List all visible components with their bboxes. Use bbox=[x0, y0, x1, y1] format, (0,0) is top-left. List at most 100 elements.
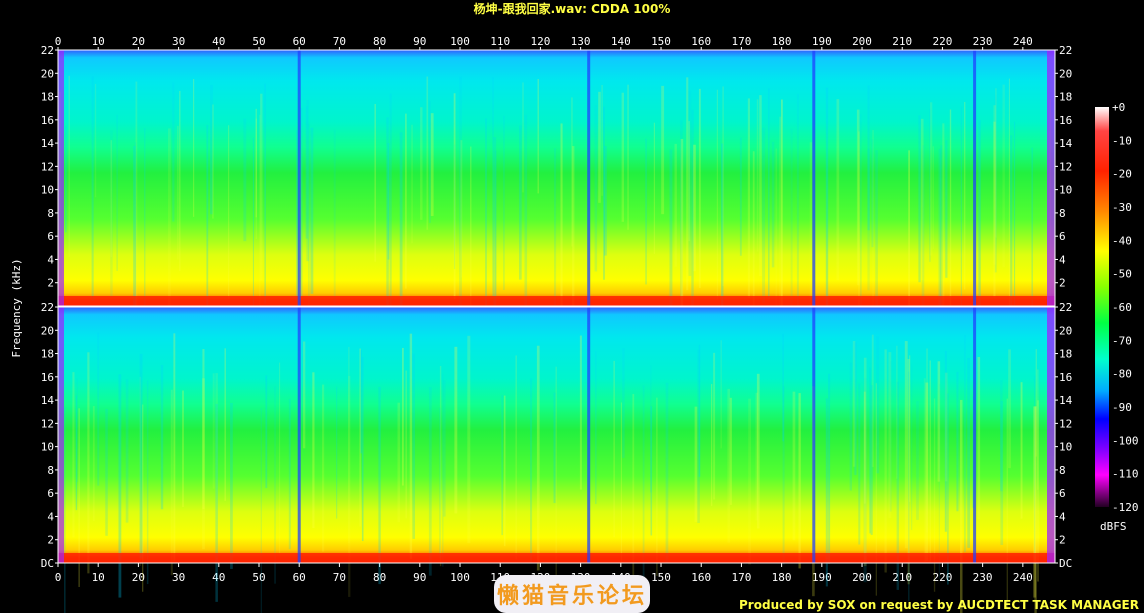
y-tick-label-right: DC bbox=[1059, 557, 1072, 570]
colorbar-tick-label: -40 bbox=[1112, 234, 1132, 247]
spectrogram-streak bbox=[554, 148, 557, 313]
y-tick-label-right: 10 bbox=[1059, 441, 1072, 454]
y-tick-label-right: 12 bbox=[1059, 160, 1072, 173]
spectrogram-streak bbox=[884, 349, 887, 573]
spectrogram-streak bbox=[288, 398, 291, 550]
spectrogram-streak bbox=[929, 360, 931, 562]
y-tick-label-right: 10 bbox=[1059, 184, 1072, 197]
spectrogram-streak bbox=[836, 99, 840, 281]
spectrogram-streak bbox=[594, 105, 598, 272]
x-tick-label-top: 80 bbox=[373, 35, 386, 48]
spectrogram-streak bbox=[530, 378, 533, 563]
spectrogram-streak bbox=[661, 85, 665, 215]
spectrogram-streak bbox=[348, 346, 350, 544]
spectrogram-streak bbox=[1002, 84, 1005, 268]
y-tick-label-right: 22 bbox=[1059, 44, 1072, 57]
x-tick-label-bottom: 10 bbox=[92, 571, 105, 584]
spectrogram-streak bbox=[932, 146, 934, 249]
spectrogram-streak bbox=[430, 113, 434, 216]
spectrogram-streak bbox=[620, 402, 622, 563]
spectrogram-streak bbox=[870, 385, 873, 535]
x-tick-label-top: 50 bbox=[252, 35, 265, 48]
spectrogram-streak bbox=[405, 370, 407, 519]
spectrogram-streak bbox=[977, 356, 981, 520]
x-tick-label-top: 110 bbox=[490, 35, 510, 48]
spectrogram-streak bbox=[964, 335, 966, 553]
spectrogram-streak bbox=[938, 383, 940, 579]
spectrogram-streak bbox=[65, 125, 67, 233]
x-tick-label-top: 40 bbox=[212, 35, 225, 48]
spectrogram-streak bbox=[87, 352, 90, 574]
y-tick-label-right: 8 bbox=[1059, 207, 1066, 220]
spectrogram-streak bbox=[888, 352, 892, 519]
x-tick-label-top: 90 bbox=[413, 35, 426, 48]
spectrogram-streak bbox=[1006, 398, 1008, 609]
y-tick-label-left: 4 bbox=[47, 254, 54, 267]
y-tick-label-right: 6 bbox=[1059, 487, 1066, 500]
start-edge bbox=[58, 50, 64, 306]
spectrogram-streak bbox=[960, 106, 962, 311]
spectrogram-streak bbox=[255, 108, 257, 218]
spectrogram-streak bbox=[405, 113, 407, 289]
spectrogram-streak bbox=[920, 118, 924, 280]
spectrogram-streak bbox=[536, 345, 540, 571]
y-tick-label-right: 18 bbox=[1059, 348, 1072, 361]
x-tick-label-top: 190 bbox=[812, 35, 832, 48]
channel-2-spectrogram bbox=[57, 306, 1056, 613]
x-tick-label-bottom: 60 bbox=[293, 571, 306, 584]
spectrogram-streak bbox=[387, 142, 390, 260]
y-tick-label-right: 12 bbox=[1059, 417, 1072, 430]
spectrogram-streak bbox=[694, 406, 698, 522]
spectrogram-streak bbox=[501, 395, 503, 536]
y-tick-label-right: 22 bbox=[1059, 301, 1072, 314]
spectrogram-streak bbox=[645, 138, 647, 285]
section-boundary bbox=[297, 50, 301, 306]
colorbar-tick-label: -120 bbox=[1112, 501, 1139, 514]
spectrogram-streak bbox=[361, 357, 364, 542]
spectrogram-streak bbox=[665, 382, 669, 564]
spectrogram-streak bbox=[790, 128, 793, 319]
spectrogram-streak bbox=[105, 408, 108, 536]
y-tick-label-left: DC bbox=[41, 557, 54, 570]
spectrogram-streak bbox=[1000, 401, 1004, 546]
spectrogram-streak bbox=[144, 128, 146, 318]
spectrogram-streak bbox=[911, 364, 913, 531]
section-boundary bbox=[812, 50, 816, 306]
spectrogram-streak bbox=[252, 137, 254, 321]
x-tick-label-bottom: 90 bbox=[413, 571, 426, 584]
spectrogram-streak bbox=[852, 341, 856, 467]
spectrogram-streak bbox=[627, 84, 629, 230]
spectrogram-streak bbox=[613, 360, 615, 538]
y-tick-label-right: 14 bbox=[1059, 137, 1073, 150]
x-tick-label-top: 70 bbox=[333, 35, 346, 48]
x-tick-label-bottom: 190 bbox=[812, 571, 832, 584]
y-tick-label-left: 12 bbox=[41, 160, 54, 173]
x-tick-label-top: 240 bbox=[1013, 35, 1033, 48]
end-edge bbox=[1047, 307, 1055, 563]
spectrogram-streak bbox=[172, 82, 175, 222]
footer-credit: Produced by SOX on request by AUCDTECT T… bbox=[739, 598, 1139, 612]
spectrogram-streak bbox=[173, 333, 176, 562]
spectrogram-streak bbox=[97, 332, 100, 486]
spectrogram-streak bbox=[306, 100, 310, 262]
spectrogram-streak bbox=[904, 341, 908, 549]
spectrogram-streak bbox=[336, 386, 338, 519]
colorbar-tick-label: -60 bbox=[1112, 301, 1132, 314]
colorbar bbox=[1095, 107, 1109, 507]
spectrogram-streak bbox=[503, 395, 506, 547]
colorbar-tick-label: -20 bbox=[1112, 168, 1132, 181]
spectrogram-streak bbox=[762, 127, 766, 303]
spectrogram-streak bbox=[260, 408, 262, 613]
spectrogram-streak bbox=[402, 347, 404, 486]
spectrogram-streak bbox=[64, 406, 66, 613]
spectrogram-streak bbox=[553, 392, 556, 504]
spectrogram-streak bbox=[964, 102, 966, 290]
low-frequency-band bbox=[58, 553, 1055, 563]
spectrogram-streak bbox=[860, 114, 862, 322]
spectrogram-streak bbox=[409, 333, 413, 559]
spectrogram-streak bbox=[206, 124, 209, 315]
y-tick-label-left: 14 bbox=[41, 394, 55, 407]
spectrogram-streak bbox=[722, 86, 724, 287]
y-tick-label-right: 4 bbox=[1059, 511, 1066, 524]
spectrogram-streak bbox=[170, 389, 173, 576]
